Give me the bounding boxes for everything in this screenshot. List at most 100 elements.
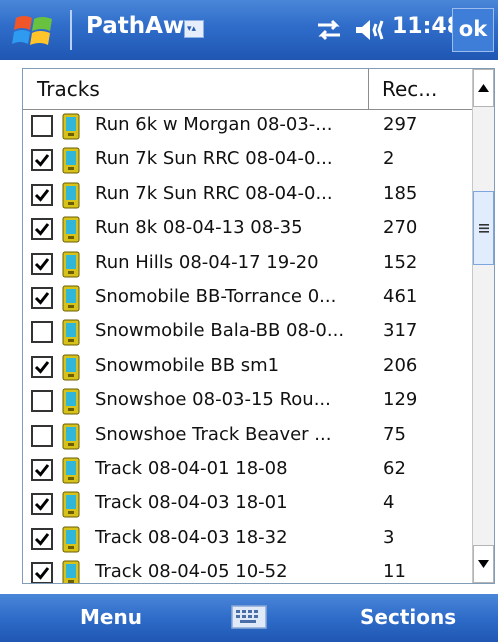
track-checkbox[interactable]: [31, 390, 53, 413]
track-record-count: 297: [383, 114, 418, 135]
checkmark-icon: [34, 257, 50, 271]
checkmark-icon: [34, 223, 50, 236]
track-row[interactable]: Snowmobile BB sm1 206: [23, 351, 472, 385]
track-row[interactable]: Run 7k Sun RRC 08-04-0... 2: [23, 144, 472, 178]
column-header: Tracks Rec...: [23, 69, 472, 110]
gps-device-icon: [62, 147, 80, 174]
checkmark-icon: [34, 154, 50, 168]
sections-softkey[interactable]: Sections: [360, 605, 456, 629]
track-record-count: 461: [383, 286, 418, 307]
track-record-count: 11: [383, 561, 406, 583]
gps-device-icon: [62, 216, 80, 243]
track-record-count: 129: [383, 389, 418, 411]
track-checkbox[interactable]: [31, 252, 53, 275]
track-name: Track 08-04-05 10-52: [95, 561, 288, 583]
title-separator: [70, 10, 72, 50]
track-name: Snowmobile Bala-BB 08-0...: [95, 320, 345, 342]
gps-device-icon: [62, 319, 80, 346]
track-name: Run Hills 08-04-17 19-20: [95, 251, 319, 273]
track-row[interactable]: Run 8k 08-04-13 08-35 270: [23, 213, 472, 247]
track-checkbox[interactable]: [31, 459, 53, 481]
track-row[interactable]: Snowshoe 08-03-15 Rou... 129: [23, 385, 472, 419]
checkmark-icon: [34, 292, 50, 305]
arrow-down-icon: [478, 560, 489, 568]
gps-device-icon: [62, 560, 80, 583]
gps-device-icon: [62, 526, 80, 553]
track-checkbox[interactable]: [31, 218, 53, 241]
track-name: Run 8k 08-04-13 08-35: [95, 217, 303, 239]
track-checkbox[interactable]: [31, 527, 53, 550]
track-checkbox[interactable]: [31, 149, 53, 172]
gps-device-icon: [62, 285, 80, 312]
track-record-count: 152: [383, 251, 418, 273]
track-checkbox[interactable]: [31, 355, 53, 378]
track-name: Snowshoe Track Beaver ...: [95, 423, 332, 445]
track-name: Run 7k Sun RRC 08-04-0...: [95, 148, 333, 170]
checkmark-icon: [34, 567, 50, 580]
gps-device-icon: [62, 354, 80, 381]
track-record-count: 4: [383, 492, 395, 514]
keyboard-icon[interactable]: [231, 604, 267, 630]
column-header-tracks[interactable]: Tracks: [23, 69, 369, 109]
windows-start-icon[interactable]: [12, 12, 56, 50]
menu-bar: Menu Sections: [0, 594, 498, 642]
track-name: Snomobile BB-Torrance 0...: [95, 286, 337, 307]
track-name: Track 08-04-03 18-32: [95, 526, 288, 548]
track-row[interactable]: Track 08-04-03 18-32 3: [23, 523, 472, 557]
track-checkbox[interactable]: [31, 424, 53, 447]
track-row[interactable]: Run 7k Sun RRC 08-04-0... 185: [23, 179, 472, 213]
scroll-up-button[interactable]: [473, 69, 494, 107]
checkmark-icon: [34, 532, 50, 546]
track-name: Snowmobile BB sm1: [95, 354, 280, 376]
track-row[interactable]: Track 08-04-01 18-08 62: [23, 454, 472, 488]
track-checkbox[interactable]: [31, 287, 53, 309]
track-row[interactable]: Run 6k w Morgan 08-03-... 297: [23, 110, 472, 144]
track-checkbox[interactable]: [31, 321, 53, 344]
column-header-records[interactable]: Rec...: [370, 69, 472, 109]
gps-device-icon: [62, 182, 80, 209]
track-checkbox[interactable]: [31, 115, 53, 137]
track-record-count: 185: [383, 182, 418, 204]
track-checkbox[interactable]: [31, 183, 53, 206]
track-record-count: 3: [383, 526, 395, 548]
gps-device-icon: [62, 423, 80, 450]
gps-device-icon: [62, 457, 80, 484]
title-bar: PathAwa ▾▴ 11:48 ok: [0, 0, 498, 60]
grip-icon: [479, 224, 489, 233]
track-record-count: 2: [383, 148, 395, 170]
gps-device-icon: [62, 388, 80, 415]
track-record-count: 317: [383, 320, 418, 342]
track-record-count: 75: [383, 423, 406, 445]
ok-button[interactable]: ok: [452, 8, 494, 52]
gps-device-icon: [62, 113, 80, 140]
checkmark-icon: [34, 464, 50, 477]
track-row[interactable]: Track 08-04-03 18-01 4: [23, 488, 472, 522]
gps-device-icon: [62, 491, 80, 518]
track-checkbox[interactable]: [31, 493, 53, 516]
checkmark-icon: [34, 188, 50, 202]
checkmark-icon: [34, 360, 50, 374]
gps-device-icon: [62, 251, 80, 278]
track-name: Run 6k w Morgan 08-03-...: [95, 114, 333, 135]
track-row[interactable]: Snomobile BB-Torrance 0... 461: [23, 282, 472, 316]
window-switch-icon[interactable]: ▾▴: [184, 20, 204, 38]
volume-icon[interactable]: [354, 16, 388, 44]
track-row[interactable]: Track 08-04-05 10-52 11: [23, 557, 472, 583]
track-record-count: 62: [383, 458, 406, 479]
track-row[interactable]: Run Hills 08-04-17 19-20 152: [23, 248, 472, 282]
scroll-down-button[interactable]: [473, 545, 494, 583]
vertical-scrollbar[interactable]: [472, 69, 494, 583]
track-name: Snowshoe 08-03-15 Rou...: [95, 389, 331, 411]
track-record-count: 270: [383, 217, 418, 239]
scroll-thumb[interactable]: [473, 191, 494, 265]
track-row[interactable]: Snowmobile Bala-BB 08-0... 317: [23, 316, 472, 350]
network-sync-icon[interactable]: [314, 16, 344, 44]
track-name: Run 7k Sun RRC 08-04-0...: [95, 182, 333, 204]
track-checkbox[interactable]: [31, 562, 53, 583]
track-name: Track 08-04-01 18-08: [95, 458, 288, 479]
tracks-list[interactable]: Tracks Rec... Run 6k w Morgan 08-03-... 2…: [22, 68, 495, 584]
arrow-up-icon: [478, 84, 489, 92]
checkmark-icon: [34, 498, 50, 512]
track-row[interactable]: Snowshoe Track Beaver ... 75: [23, 420, 472, 454]
menu-softkey[interactable]: Menu: [80, 605, 142, 629]
